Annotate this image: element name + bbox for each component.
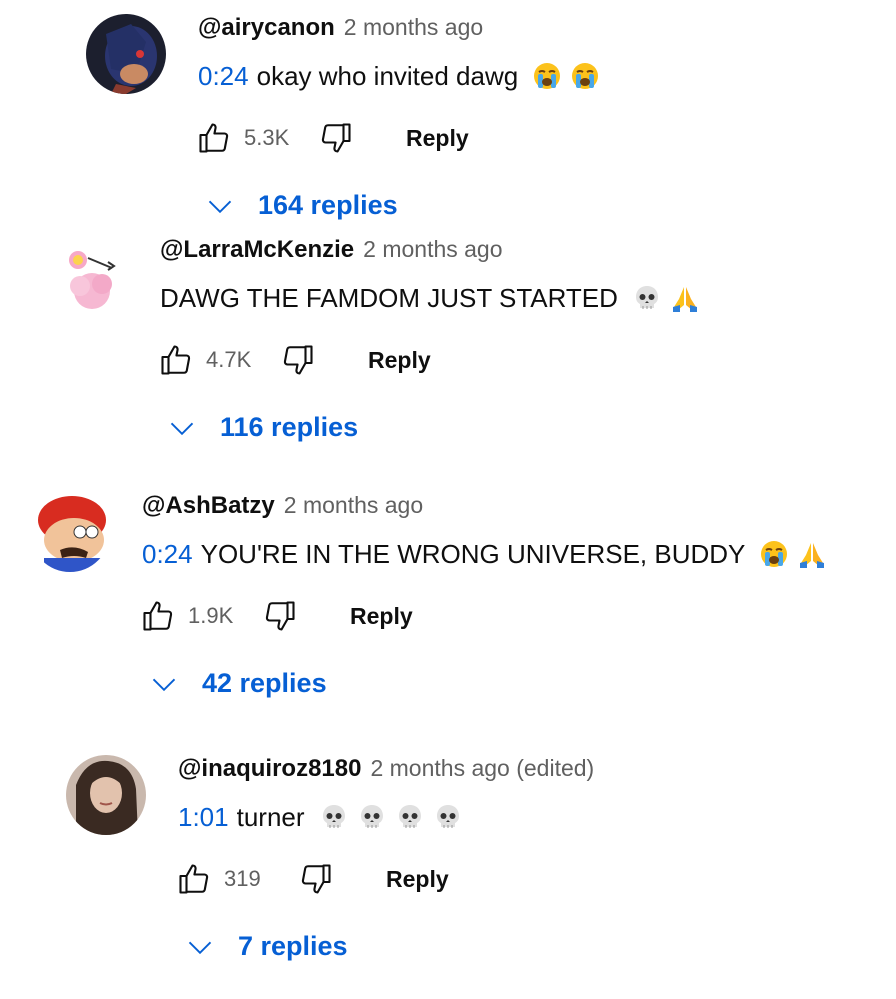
comment-text: 0:24 YOU'RE IN THE WRONG UNIVERSE, BUDDY bbox=[142, 538, 827, 570]
chevron-down-icon bbox=[188, 941, 212, 954]
chevron-down-icon bbox=[208, 200, 232, 213]
comment-text: 0:24 okay who invited dawg bbox=[198, 60, 600, 92]
reply-button[interactable]: Reply bbox=[368, 347, 431, 374]
reply-button[interactable]: Reply bbox=[386, 866, 449, 893]
replies-count: 42 replies bbox=[202, 668, 327, 698]
view-replies-button[interactable]: 164 replies bbox=[206, 190, 398, 221]
comment-time[interactable]: 2 months ago bbox=[344, 14, 483, 41]
comment-actions: 1.9K Reply bbox=[138, 596, 413, 636]
avatar[interactable] bbox=[30, 492, 110, 572]
thumbs-down-icon bbox=[301, 864, 331, 894]
thumbs-up-icon bbox=[179, 864, 209, 894]
comment-text: 1:01 turner bbox=[178, 801, 594, 833]
view-replies-button[interactable]: 7 replies bbox=[186, 931, 348, 962]
timestamp-link[interactable]: 0:24 bbox=[142, 538, 193, 570]
skull-emoji bbox=[398, 805, 421, 828]
reply-button[interactable]: Reply bbox=[406, 125, 469, 152]
dislike-button[interactable] bbox=[260, 596, 300, 636]
loudly-crying-face-emoji bbox=[534, 63, 561, 89]
comment-author[interactable]: @LarraMcKenzie bbox=[160, 236, 354, 264]
skull-emoji bbox=[360, 805, 383, 828]
comment-actions: 5.3K Reply bbox=[194, 118, 469, 158]
comment-author[interactable]: @AshBatzy bbox=[142, 492, 275, 520]
comment-actions: 319 Reply bbox=[174, 859, 449, 899]
thumbs-down-icon bbox=[265, 601, 295, 631]
replies-count: 164 replies bbox=[258, 190, 398, 220]
like-button[interactable] bbox=[156, 340, 196, 380]
comment-author[interactable]: @airycanon bbox=[198, 14, 335, 42]
avatar[interactable] bbox=[66, 755, 146, 835]
replies-count: 7 replies bbox=[238, 931, 348, 961]
timestamp-link[interactable]: 0:24 bbox=[198, 60, 249, 92]
comment-body: okay who invited dawg bbox=[256, 61, 519, 91]
thumbs-down-icon bbox=[283, 345, 313, 375]
folded-hands-emoji bbox=[672, 287, 697, 312]
avatar[interactable] bbox=[50, 236, 130, 316]
chevron-down-icon bbox=[152, 678, 176, 691]
like-count: 5.3K bbox=[244, 125, 290, 150]
replies-count: 116 replies bbox=[220, 412, 359, 442]
comment-body: DAWG THE FAMDOM JUST STARTED bbox=[160, 283, 618, 313]
avatar[interactable] bbox=[86, 14, 166, 94]
comment-body: turner bbox=[236, 802, 305, 832]
like-button[interactable] bbox=[138, 596, 178, 636]
dislike-button[interactable] bbox=[278, 340, 318, 380]
skull-emoji bbox=[436, 805, 459, 828]
loudly-crying-face-emoji bbox=[761, 541, 788, 567]
thumbs-up-icon bbox=[143, 601, 173, 631]
comment-time[interactable]: 2 months ago bbox=[284, 492, 423, 519]
comment-time[interactable]: 2 months ago (edited) bbox=[370, 755, 594, 782]
like-count: 4.7K bbox=[206, 347, 252, 372]
comment-body: YOU'RE IN THE WRONG UNIVERSE, BUDDY bbox=[200, 539, 746, 569]
reply-button[interactable]: Reply bbox=[350, 603, 413, 630]
thumbs-down-icon bbox=[321, 123, 351, 153]
dislike-button[interactable] bbox=[316, 118, 356, 158]
loudly-crying-face-emoji bbox=[572, 63, 599, 89]
skull-emoji bbox=[635, 286, 658, 309]
skull-emoji bbox=[322, 805, 345, 828]
folded-hands-emoji bbox=[800, 543, 825, 568]
comment-time[interactable]: 2 months ago bbox=[363, 236, 502, 263]
thumbs-up-icon bbox=[161, 345, 191, 375]
comment-actions: 4.7K Reply bbox=[156, 340, 431, 380]
timestamp-link[interactable]: 1:01 bbox=[178, 801, 229, 833]
thumbs-up-icon bbox=[199, 123, 229, 153]
comment-text: DAWG THE FAMDOM JUST STARTED bbox=[160, 282, 700, 314]
dislike-button[interactable] bbox=[296, 859, 336, 899]
like-count: 319 bbox=[224, 866, 261, 891]
like-button[interactable] bbox=[194, 118, 234, 158]
like-button[interactable] bbox=[174, 859, 214, 899]
like-count: 1.9K bbox=[188, 603, 234, 628]
chevron-down-icon bbox=[170, 422, 194, 435]
view-replies-button[interactable]: 42 replies bbox=[150, 668, 327, 699]
view-replies-button[interactable]: 116 replies bbox=[168, 412, 358, 443]
comment-author[interactable]: @inaquiroz8180 bbox=[178, 755, 361, 783]
